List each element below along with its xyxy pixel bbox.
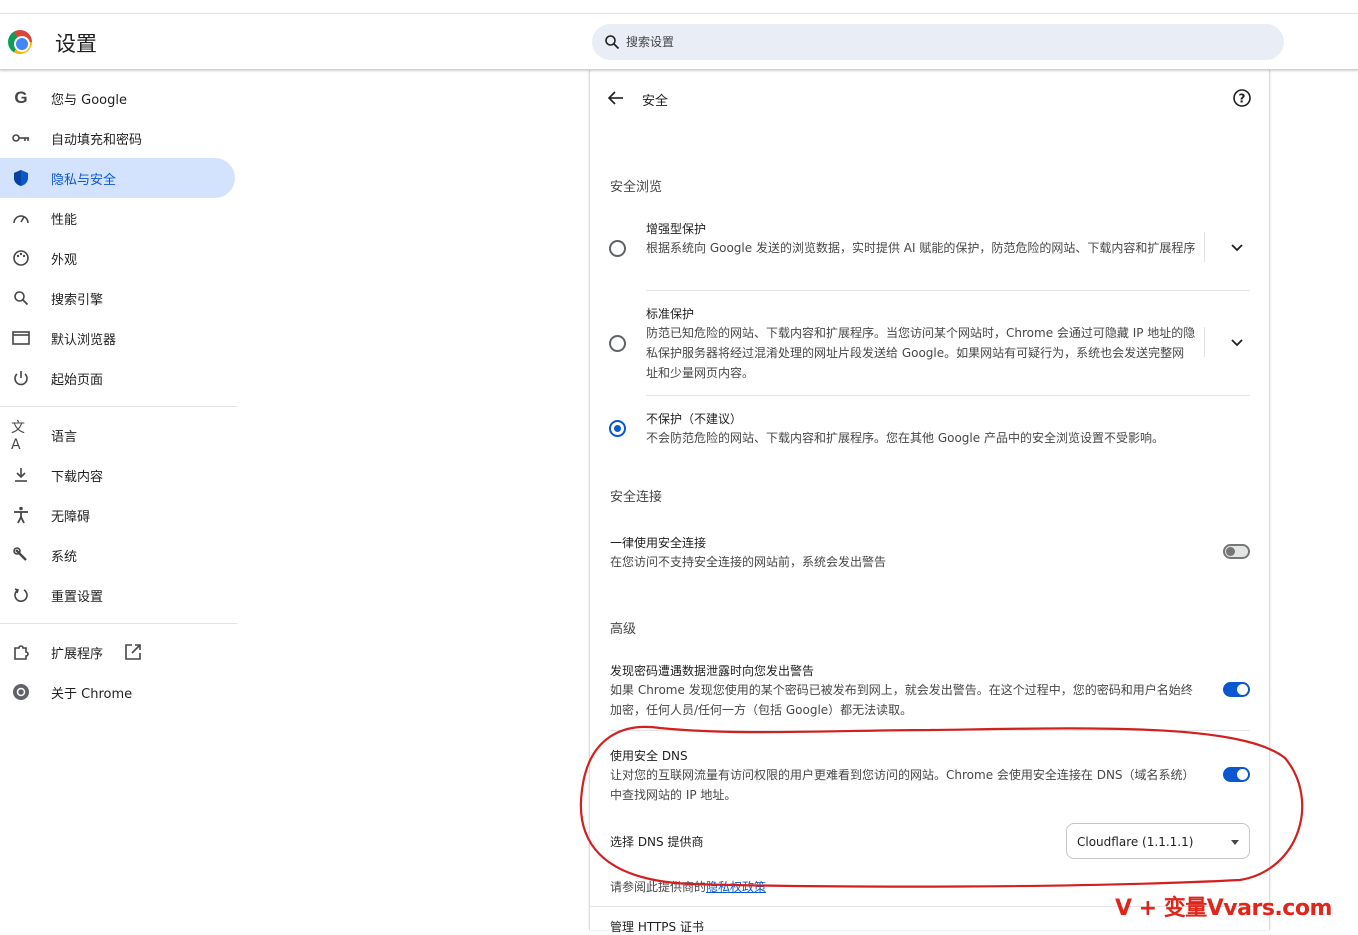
settings-header: 设置 <box>0 14 1358 70</box>
setting-description: 让对您的互联网流量有访问权限的用户更难看到您访问的网站。Chrome 会使用安全… <box>610 768 1195 802</box>
sidebar-item-accessibility[interactable]: 无障碍 <box>0 495 235 535</box>
shield-icon <box>11 168 31 188</box>
option-description: 根据系统向 Google 发送的浏览数据，实时提供 AI 赋能的保护，防范危险的… <box>646 241 1196 255</box>
option-title: 增强型保护 <box>646 222 707 236</box>
sidebar-item-privacy-security[interactable]: 隐私与安全 <box>0 158 235 198</box>
option-description: 防范已知危险的网站、下载内容和扩展程序。当您访问某个网站时，Chrome 会通过… <box>646 326 1196 380</box>
sidebar-item-languages[interactable]: 文A 语言 <box>0 415 235 455</box>
chevron-down-icon[interactable] <box>1228 239 1246 257</box>
subpage-title: 安全 <box>642 94 669 109</box>
sidebar-item-appearance[interactable]: 外观 <box>0 238 235 278</box>
chevron-down-icon[interactable] <box>1228 334 1246 352</box>
accessibility-icon <box>11 505 31 525</box>
browser-window-icon <box>11 328 31 348</box>
sidebar-item-label: 下载内容 <box>51 470 104 485</box>
chrome-icon <box>11 682 31 702</box>
no-protection-radio[interactable] <box>609 420 626 437</box>
sidebar-item-label: 搜索引擎 <box>51 293 104 308</box>
sidebar-item-label: 隐私与安全 <box>51 173 117 188</box>
dns-provider-select[interactable]: Cloudflare (1.1.1.1) <box>1066 823 1250 859</box>
safe-browsing-heading: 安全浏览 <box>610 180 663 195</box>
secure-connections-heading: 安全连接 <box>610 490 663 505</box>
sidebar-item-label: 重置设置 <box>51 590 104 605</box>
sidebar-item-label: 扩展程序 <box>51 647 104 662</box>
sidebar-item-label: 您与 Google <box>51 93 127 108</box>
security-settings-card: 安全 ? 安全浏览 增强型保护 根据系统向 Google 发送的浏览数据，实时提… <box>589 70 1271 934</box>
browser-tab-strip <box>0 0 1358 14</box>
sidebar-item-search-engine[interactable]: 搜索引擎 <box>0 278 235 318</box>
sidebar-item-extensions[interactable]: 扩展程序 <box>0 632 235 672</box>
back-arrow-icon[interactable] <box>606 88 626 108</box>
search-input[interactable] <box>626 24 1266 60</box>
sidebar-item-system[interactable]: 系统 <box>0 535 235 575</box>
dropdown-caret-icon <box>1231 840 1239 845</box>
setting-title: 使用安全 DNS <box>610 749 688 763</box>
enhanced-protection-radio[interactable] <box>609 240 626 257</box>
help-icon[interactable]: ? <box>1232 88 1252 108</box>
dns-provider-label: 选择 DNS 提供商 <box>610 835 704 849</box>
google-g-icon: G <box>14 88 28 107</box>
divider <box>610 730 1250 731</box>
always-https-toggle[interactable] <box>1223 544 1250 559</box>
sidebar-item-about-chrome[interactable]: 关于 Chrome <box>0 672 235 712</box>
option-title: 不保护（不建议） <box>646 412 743 426</box>
secure-dns-toggle[interactable] <box>1223 767 1250 782</box>
translate-icon: 文A <box>11 420 25 453</box>
divider <box>1204 327 1205 357</box>
setting-title: 一律使用安全连接 <box>610 536 707 550</box>
page-title: 设置 <box>55 32 97 56</box>
sidebar-item-downloads[interactable]: 下载内容 <box>0 455 235 495</box>
download-icon <box>11 465 31 485</box>
sidebar-item-default-browser[interactable]: 默认浏览器 <box>0 318 235 358</box>
sidebar-item-performance[interactable]: 性能 <box>0 198 235 238</box>
speedometer-icon <box>11 208 31 228</box>
setting-description: 如果 Chrome 发现您使用的某个密码已被发布到网上，就会发出警告。在这个过程… <box>610 683 1193 717</box>
sidebar-divider <box>0 615 240 632</box>
setting-title: 发现密码遭遇数据泄露时向您发出警告 <box>610 664 815 678</box>
search-icon <box>11 288 31 308</box>
password-leak-toggle[interactable] <box>1223 682 1250 697</box>
sidebar-item-label: 语言 <box>51 430 78 445</box>
watermark-text: V + 变量Vvars.com <box>1115 896 1332 921</box>
sidebar-item-label: 性能 <box>51 213 78 228</box>
setting-description: 在您访问不支持安全连接的网站前，系统会发出警告 <box>610 555 887 569</box>
privacy-policy-link[interactable]: 隐私权政策 <box>706 880 766 894</box>
advanced-heading: 高级 <box>610 622 637 637</box>
select-value: Cloudflare (1.1.1.1) <box>1077 835 1194 849</box>
sidebar-nav: G 您与 Google 自动填充和密码 隐私与安全 性能 外观 搜索引擎 默认浏… <box>0 78 240 712</box>
svg-text:?: ? <box>1239 92 1246 106</box>
standard-protection-radio[interactable] <box>609 335 626 352</box>
search-box[interactable] <box>592 24 1284 60</box>
palette-icon <box>11 248 31 268</box>
sidebar-item-reset[interactable]: 重置设置 <box>0 575 235 615</box>
sidebar-item-label: 默认浏览器 <box>51 333 117 348</box>
sidebar-item-label: 无障碍 <box>51 510 91 525</box>
divider <box>646 290 1250 291</box>
wrench-icon <box>11 545 31 565</box>
option-title: 标准保护 <box>646 307 695 321</box>
note-text: 请参阅此提供商的 <box>610 880 707 894</box>
sidebar-item-on-startup[interactable]: 起始页面 <box>0 358 235 398</box>
search-icon <box>605 35 620 50</box>
external-link-icon <box>124 643 142 661</box>
sidebar-item-label: 起始页面 <box>51 373 104 388</box>
sidebar-divider <box>0 398 240 415</box>
setting-title: 管理 HTTPS 证书 <box>610 920 704 934</box>
sidebar-item-autofill[interactable]: 自动填充和密码 <box>0 118 235 158</box>
key-icon <box>11 128 31 148</box>
option-description: 不会防范危险的网站、下载内容和扩展程序。您在其他 Google 产品中的安全浏览… <box>646 431 1164 445</box>
puzzle-icon <box>11 642 31 662</box>
divider <box>646 395 1250 396</box>
sidebar-item-label: 系统 <box>51 550 78 565</box>
divider <box>1204 232 1205 262</box>
sidebar-item-label: 关于 Chrome <box>51 687 133 702</box>
chrome-logo-icon <box>8 30 32 54</box>
reset-icon <box>11 585 31 605</box>
sidebar-item-label: 自动填充和密码 <box>51 133 143 148</box>
sidebar-item-you-and-google[interactable]: G 您与 Google <box>0 78 235 118</box>
provider-privacy-note: 请参阅此提供商的隐私权政策 <box>610 878 766 895</box>
sidebar-item-label: 外观 <box>51 253 78 268</box>
power-icon <box>11 368 31 388</box>
